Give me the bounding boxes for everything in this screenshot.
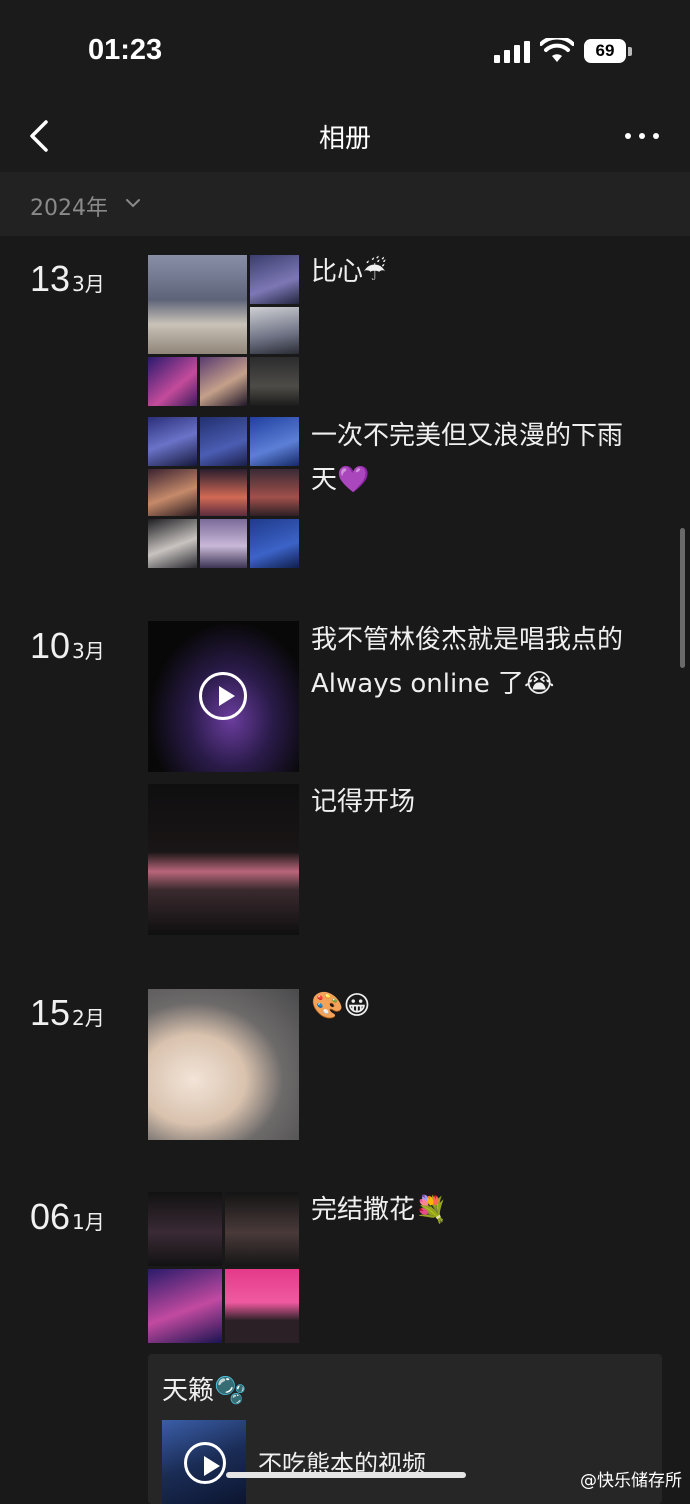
date-label: 06 1月 (30, 1196, 105, 1238)
photo-collage[interactable] (148, 1192, 299, 1343)
year-filter-bar: 2024年 (0, 172, 690, 236)
photo-thumbnail (250, 307, 299, 354)
status-bar: 01:23 69 (0, 0, 690, 100)
photo-collage[interactable] (148, 417, 299, 568)
date-label: 15 2月 (30, 992, 105, 1034)
photo-collage[interactable] (148, 255, 299, 406)
home-indicator[interactable] (226, 1472, 466, 1478)
date-label: 10 3月 (30, 625, 105, 667)
post-caption: 完结撒花💐 (311, 1195, 448, 1225)
photo-thumbnail (148, 1269, 222, 1343)
watermark: @快乐储存所 (580, 1471, 682, 1491)
photo-thumbnail (148, 1192, 222, 1266)
post-caption: 🎨😀 (311, 991, 371, 1021)
date-month: 2月 (72, 1006, 105, 1030)
date-day: 10 (30, 625, 71, 666)
date-day: 15 (30, 992, 71, 1033)
photo-thumbnail (148, 417, 197, 466)
date-label: 13 3月 (30, 258, 105, 300)
page-title: 相册 (318, 124, 371, 154)
more-horizontal-icon[interactable] (622, 122, 662, 148)
photo-thumbnail (250, 519, 299, 568)
chevron-down-icon[interactable] (124, 196, 142, 210)
date-day: 06 (30, 1196, 71, 1237)
shared-card-title: 天籁🫧 (162, 1376, 247, 1406)
date-month: 3月 (72, 272, 105, 296)
photo-thumbnail (250, 255, 299, 304)
battery-tip (628, 47, 632, 56)
photo-thumbnail (148, 469, 197, 516)
year-filter-button[interactable]: 2024年 (30, 190, 108, 222)
photo-thumbnail (225, 1192, 299, 1266)
date-month: 1月 (72, 1210, 105, 1234)
play-icon (199, 672, 247, 720)
nav-bar: 相册 (0, 100, 690, 172)
play-icon (184, 1442, 226, 1484)
photo-thumbnail (200, 357, 247, 406)
status-time: 01:23 (88, 34, 163, 66)
photo-thumbnail (225, 1269, 299, 1343)
post-caption: 记得开场 (311, 787, 416, 817)
cellular-signal-icon (494, 41, 530, 63)
photo-thumbnail (200, 469, 247, 516)
scrollbar[interactable] (680, 528, 685, 668)
photo-thumbnail (250, 417, 299, 466)
video-thumbnail[interactable] (148, 621, 299, 772)
date-day: 13 (30, 258, 71, 299)
battery-icon: 69 (584, 39, 626, 63)
photo-thumbnail (250, 469, 299, 516)
video-thumbnail (162, 1420, 246, 1504)
post-caption: 比心☔ (311, 257, 387, 287)
post-caption: 一次不完美但又浪漫的下雨天💜 (311, 421, 624, 495)
photo-thumbnail (250, 357, 299, 406)
photo-thumbnail (200, 519, 247, 568)
photo-thumbnail (200, 417, 247, 466)
photo-thumbnail[interactable] (148, 784, 299, 935)
date-month: 3月 (72, 639, 105, 663)
photo-thumbnail (148, 519, 197, 568)
photo-thumbnail (148, 357, 197, 406)
post-caption: 我不管林俊杰就是唱我点的 Always online 了😭 (311, 625, 624, 699)
wifi-icon (540, 38, 574, 62)
photo-thumbnail (148, 255, 247, 354)
photo-thumbnail[interactable] (148, 989, 299, 1140)
